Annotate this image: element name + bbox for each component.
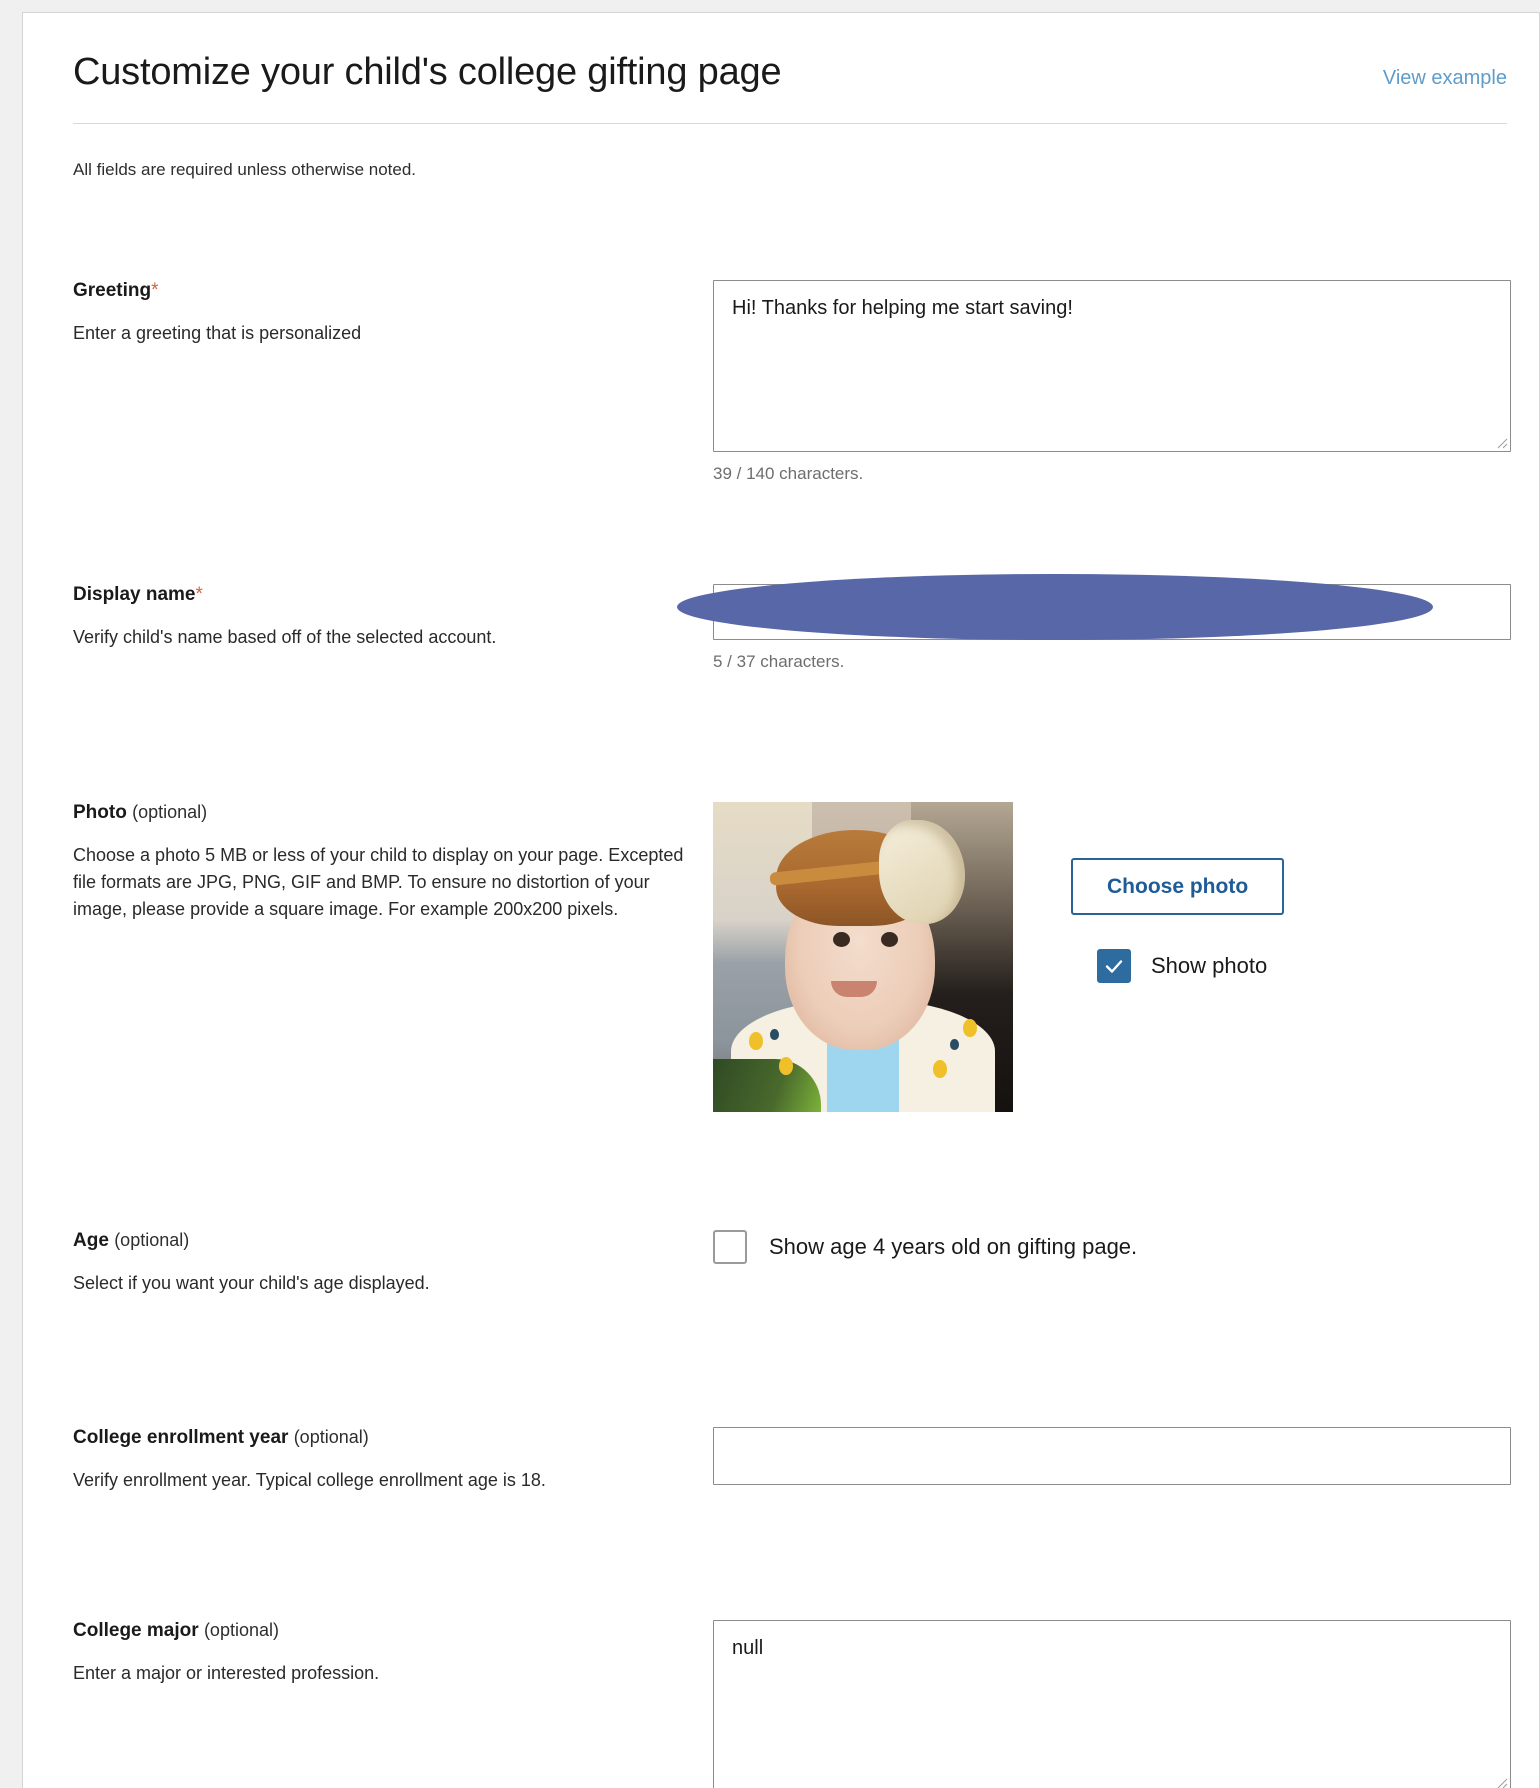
field-college-major-control: 4 / 50 characters. [713, 1619, 1511, 1788]
field-greeting-description: Greeting* Enter a greeting that is perso… [73, 280, 713, 347]
college-major-help-text: Enter a major or interested profession. [73, 1662, 380, 1683]
show-age-checkbox-row[interactable]: Show age 4 years old on gifting page. [713, 1229, 1511, 1264]
show-age-checkbox[interactable] [713, 1229, 747, 1264]
field-enrollment-year-control [713, 1426, 1511, 1485]
page-title: Customize your child's college gifting p… [73, 51, 782, 93]
field-age-description: Age (optional) Select if you want your c… [73, 1230, 713, 1297]
field-age: Age (optional) Select if you want your c… [51, 1229, 1511, 1297]
age-help-text: Select if you want your child's age disp… [73, 1272, 430, 1293]
enrollment-year-input[interactable] [713, 1426, 1511, 1485]
display-name-label-text: Display name [73, 583, 196, 605]
field-display-name-description: Display name* Verify child's name based … [73, 584, 713, 651]
field-greeting-control: 39 / 140 characters. [713, 279, 1511, 484]
greeting-char-counter: 39 / 140 characters. [713, 463, 864, 483]
display-name-char-counter: 5 / 37 characters. [713, 651, 845, 671]
view-example-link[interactable]: View example [1383, 51, 1511, 90]
display-name-label: Display name* [73, 584, 689, 606]
photo-help-text: Choose a photo 5 MB or less of your chil… [73, 844, 684, 919]
college-major-label: College major (optional) [73, 1620, 689, 1642]
required-fields-note: All fields are required unless otherwise… [73, 159, 417, 179]
college-major-input[interactable] [713, 1619, 1511, 1788]
required-asterisk-icon: * [151, 279, 159, 301]
greeting-input[interactable] [713, 279, 1511, 452]
enrollment-year-label: College enrollment year (optional) [73, 1427, 689, 1449]
display-name-input[interactable] [713, 583, 1511, 640]
required-asterisk-icon: * [195, 583, 203, 605]
display-name-help-text: Verify child's name based off of the sel… [73, 626, 497, 647]
field-college-major-description: College major (optional) Enter a major o… [73, 1620, 713, 1687]
field-enrollment-year: College enrollment year (optional) Verif… [51, 1426, 1511, 1494]
show-photo-label: Show photo [1151, 952, 1268, 978]
age-optional-marker: (optional) [114, 1229, 190, 1250]
college-major-label-text: College major [73, 1619, 199, 1641]
photo-optional-marker: (optional) [132, 801, 208, 822]
form-card: Customize your child's college gifting p… [22, 12, 1540, 1788]
field-enrollment-year-description: College enrollment year (optional) Verif… [73, 1427, 713, 1494]
field-display-name-control: 5 / 37 characters. [677, 573, 1511, 672]
photo-label-text: Photo [73, 801, 127, 823]
page-root: Customize your child's college gifting p… [0, 0, 1540, 1788]
show-age-label: Show age 4 years old on gifting page. [769, 1233, 1138, 1259]
greeting-label-text: Greeting [73, 279, 152, 301]
choose-photo-button[interactable]: Choose photo [1071, 857, 1285, 915]
enrollment-year-help-text: Verify enrollment year. Typical college … [73, 1469, 546, 1490]
show-photo-checkbox-row[interactable]: Show photo [1071, 948, 1284, 983]
college-major-optional-marker: (optional) [203, 1619, 279, 1640]
field-photo-description: Photo (optional) Choose a photo 5 MB or … [73, 802, 713, 923]
photo-label: Photo (optional) [73, 802, 689, 824]
field-age-control: Show age 4 years old on gifting page. [713, 1229, 1511, 1264]
greeting-help-text: Enter a greeting that is personalized [73, 322, 362, 343]
field-display-name: Display name* Verify child's name based … [51, 573, 1511, 672]
page-header: Customize your child's college gifting p… [51, 13, 1511, 95]
field-college-major: College major (optional) Enter a major o… [51, 1619, 1511, 1788]
field-greeting: Greeting* Enter a greeting that is perso… [51, 279, 1511, 484]
photo-thumbnail [713, 801, 1013, 1112]
field-photo-control: Choose photo Show photo [713, 801, 1511, 1112]
greeting-label: Greeting* [73, 280, 689, 302]
field-photo: Photo (optional) Choose a photo 5 MB or … [51, 801, 1511, 1112]
show-photo-checkbox[interactable] [1097, 948, 1131, 983]
enrollment-year-label-text: College enrollment year [73, 1426, 289, 1448]
age-label: Age (optional) [73, 1230, 689, 1252]
photo-buttons-group: Choose photo Show photo [1071, 802, 1285, 983]
age-label-text: Age [73, 1229, 109, 1251]
enrollment-year-optional-marker: (optional) [293, 1426, 369, 1447]
